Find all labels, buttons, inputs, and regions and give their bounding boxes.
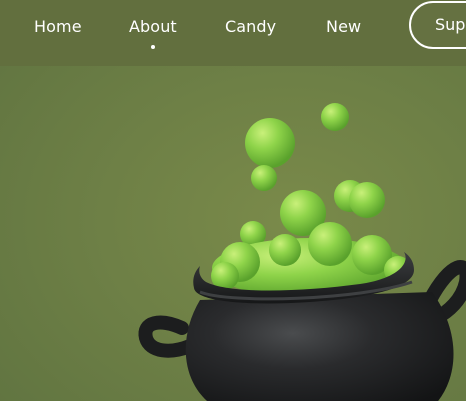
bubble [245, 118, 295, 168]
bubble [251, 165, 277, 191]
nav-link-home[interactable]: Home [34, 16, 82, 38]
bubble [349, 182, 385, 218]
bubble [321, 103, 349, 131]
slime-bubbles [240, 103, 385, 247]
nav-link-new[interactable]: New [326, 16, 361, 38]
nav-link-about[interactable]: About [129, 16, 177, 38]
active-indicator-dot [151, 45, 155, 49]
main-nav: Home About Candy New Sup [0, 0, 466, 54]
page: Home About Candy New Sup [0, 0, 466, 401]
nav-link-candy[interactable]: Candy [225, 16, 276, 38]
support-button[interactable]: Sup [409, 1, 466, 49]
cauldron-body [185, 292, 454, 401]
